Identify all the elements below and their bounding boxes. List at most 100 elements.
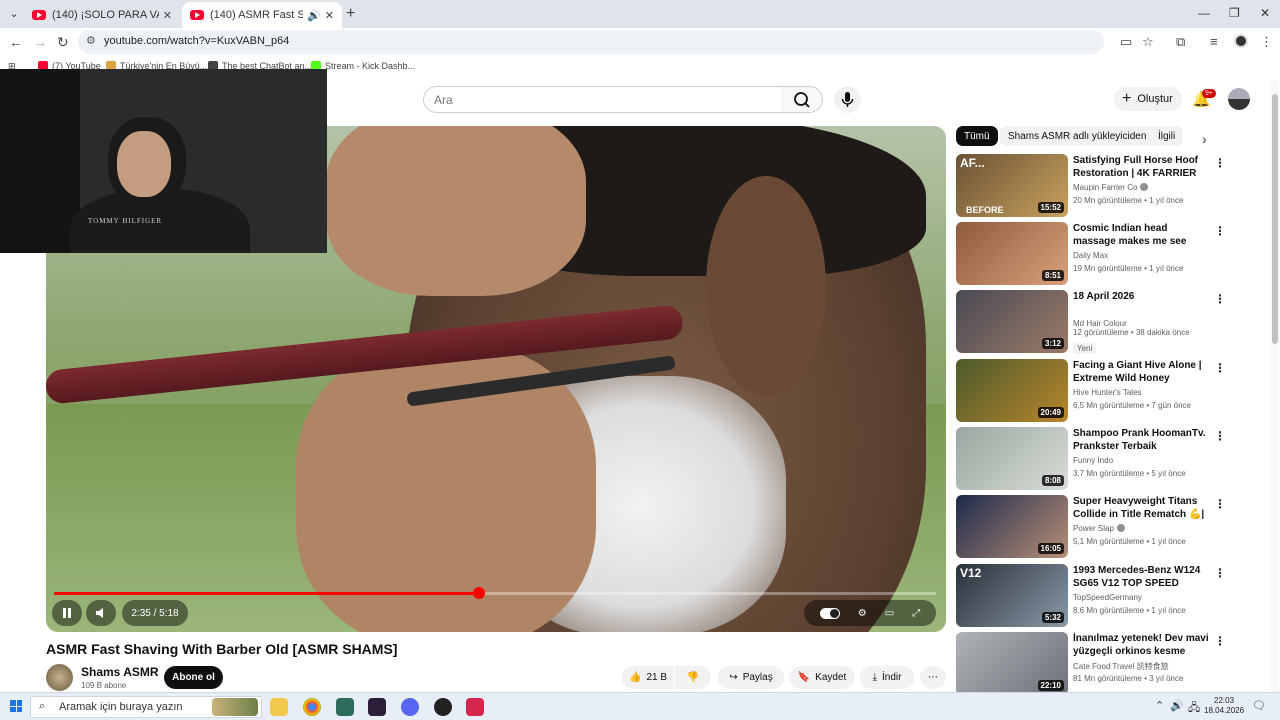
- extensions-icon[interactable]: ⧉: [1176, 34, 1185, 50]
- tray-chevron-icon[interactable]: ⌃: [1155, 699, 1164, 712]
- notifications-icon[interactable]: 🗨: [1252, 699, 1266, 712]
- recommendation-item[interactable]: 16:05 Super Heavyweight Titans Collide in…: [956, 495, 1272, 559]
- restore-icon[interactable]: ❐: [1229, 6, 1240, 20]
- close-icon[interactable]: ✕: [325, 9, 334, 22]
- recommendation-item[interactable]: 22:10 İnanılmaz yetenek! Dev mavi yüzgeçl…: [956, 632, 1272, 696]
- recommendation-title[interactable]: Shampoo Prank HoomanTv. Prankster Terbai…: [1073, 427, 1211, 453]
- recommendation-item[interactable]: 8:08 Shampoo Prank HoomanTv. Prankster Te…: [956, 427, 1272, 491]
- recommendation-title[interactable]: Facing a Giant Hive Alone | Extreme Wild…: [1073, 359, 1211, 385]
- video-thumbnail[interactable]: 3:12: [956, 290, 1068, 353]
- recommendation-channel[interactable]: TopSpeedGermany: [1073, 593, 1142, 602]
- create-button[interactable]: + Oluştur: [1114, 87, 1182, 111]
- video-thumbnail[interactable]: 22:10: [956, 632, 1068, 695]
- recommendation-title[interactable]: Super Heavyweight Titans Collide in Titl…: [1073, 495, 1211, 521]
- dislike-button[interactable]: 👎: [675, 666, 711, 689]
- recommendation-item[interactable]: BEFORE AF... 15:52 Satisfying Full Horse Ho…: [956, 154, 1272, 218]
- browser-tab-2-active[interactable]: (140) ASMR Fast Shaving W... 🔊 ✕: [182, 2, 342, 28]
- video-thumbnail[interactable]: 8:51: [956, 222, 1068, 285]
- recommendation-item[interactable]: 20:49 Facing a Giant Hive Alone | Extreme…: [956, 359, 1272, 423]
- cast-icon[interactable]: ▭: [1120, 34, 1132, 50]
- recommendation-channel[interactable]: Daily Max: [1073, 251, 1108, 260]
- theater-mode-icon[interactable]: ▭: [885, 608, 894, 619]
- like-button[interactable]: 👍 21 B: [622, 666, 674, 689]
- forward-icon[interactable]: →: [33, 34, 47, 50]
- more-vertical-icon[interactable]: ⋮: [1214, 497, 1226, 511]
- browser-tab-1[interactable]: (140) ¡SOLO PARA VALIENTES! ... ✕: [24, 2, 180, 28]
- app-icon[interactable]: [466, 698, 484, 716]
- more-vertical-icon[interactable]: ⋮: [1214, 429, 1226, 443]
- browser-menu-icon[interactable]: ⋮: [1260, 34, 1273, 50]
- reload-icon[interactable]: ↻: [57, 34, 69, 51]
- more-vertical-icon[interactable]: ⋮: [1214, 156, 1226, 170]
- share-button[interactable]: ↪ Paylaş: [718, 666, 784, 689]
- recommendation-title[interactable]: 18 April 2026: [1073, 290, 1211, 303]
- video-thumbnail[interactable]: 8:08: [956, 427, 1068, 490]
- voice-search-button[interactable]: [834, 86, 861, 113]
- more-vertical-icon[interactable]: ⋮: [1214, 361, 1226, 375]
- page-scrollbar[interactable]: [1271, 80, 1279, 692]
- recommendation-channel[interactable]: Cate Food Travel 凯特食旅: [1073, 661, 1169, 672]
- recommendation-item[interactable]: 8:51 Cosmic Indian head massage makes me …: [956, 222, 1272, 286]
- close-icon[interactable]: ✕: [163, 9, 172, 22]
- subscribe-button[interactable]: Abone ol: [164, 666, 223, 689]
- channel-name[interactable]: Shams ASMR: [81, 665, 159, 679]
- more-vertical-icon[interactable]: ⋮: [1214, 566, 1226, 580]
- window-close-icon[interactable]: ✕: [1260, 6, 1270, 20]
- recommendation-channel[interactable]: Hive Hunter's Tales: [1073, 388, 1142, 397]
- recommendation-item[interactable]: 3:12 18 April 2026 Md Hair Colour 12 görünt…: [956, 290, 1272, 354]
- new-tab-button[interactable]: +: [346, 5, 355, 23]
- recommendation-channel[interactable]: Md Hair Colour: [1073, 319, 1127, 328]
- volume-tray-icon[interactable]: 🔊: [1170, 699, 1184, 712]
- scrollbar-thumb[interactable]: [1272, 94, 1278, 344]
- reading-list-icon[interactable]: ≡: [1210, 34, 1218, 49]
- progress-bar[interactable]: [54, 587, 936, 599]
- autoplay-toggle[interactable]: [819, 607, 840, 619]
- recommendation-channel[interactable]: Funny Indo: [1073, 456, 1113, 465]
- recommendation-title[interactable]: 1993 Mercedes-Benz W124 SG65 V12 TOP SPE…: [1073, 564, 1211, 590]
- recommendation-title[interactable]: Cosmic Indian head massage makes me see …: [1073, 222, 1211, 248]
- video-thumbnail[interactable]: BEFORE AF... 15:52: [956, 154, 1068, 217]
- download-button[interactable]: ⤓ İndir: [860, 666, 914, 689]
- video-thumbnail[interactable]: V12 5:32: [956, 564, 1068, 627]
- search-button[interactable]: [781, 86, 823, 113]
- app-icon[interactable]: [368, 698, 386, 716]
- pause-button[interactable]: [52, 600, 82, 626]
- more-vertical-icon[interactable]: ⋮: [1214, 634, 1226, 648]
- windows-start-icon[interactable]: [10, 700, 22, 712]
- obs-icon[interactable]: [434, 698, 452, 716]
- taskbar-widget-icon[interactable]: [212, 698, 258, 716]
- video-thumbnail[interactable]: 16:05: [956, 495, 1068, 558]
- app-icon[interactable]: [336, 698, 354, 716]
- chrome-icon[interactable]: [303, 698, 321, 716]
- recommendation-title[interactable]: İnanılmaz yetenek! Dev mavi yüzgeçli ork…: [1073, 632, 1211, 658]
- recommendation-channel[interactable]: Maupin Farrier Co: [1073, 183, 1149, 192]
- speaker-icon[interactable]: 🔊: [307, 9, 321, 22]
- video-thumbnail[interactable]: 20:49: [956, 359, 1068, 422]
- bookmark-star-icon[interactable]: ☆: [1142, 34, 1154, 50]
- chip-related[interactable]: İlgili: [1150, 126, 1184, 146]
- more-actions-button[interactable]: ⋯: [920, 666, 946, 689]
- site-info-icon[interactable]: ⚙: [86, 34, 96, 47]
- back-icon[interactable]: ←: [9, 34, 23, 50]
- address-bar[interactable]: ⚙ youtube.com/watch?v=KuxVABN_p64: [78, 30, 1104, 54]
- system-clock[interactable]: 22:03 18.04.2026: [1204, 696, 1244, 716]
- recommendation-item[interactable]: V12 5:32 1993 Mercedes-Benz W124 SG65 V12 …: [956, 564, 1272, 628]
- settings-gear-icon[interactable]: ⚙: [858, 608, 867, 619]
- minimize-icon[interactable]: —: [1198, 6, 1210, 20]
- chevron-right-icon[interactable]: ›: [1202, 131, 1207, 147]
- file-explorer-icon[interactable]: [270, 698, 288, 716]
- chip-from-uploader[interactable]: Shams ASMR adlı yükleyiciden: [1000, 126, 1155, 146]
- scrubber-handle[interactable]: [473, 587, 486, 599]
- save-button[interactable]: 🔖 Kaydet: [789, 666, 855, 689]
- more-vertical-icon[interactable]: ⋮: [1214, 224, 1226, 238]
- tab-search-icon[interactable]: ⌄: [6, 6, 22, 22]
- network-icon[interactable]: 🖧: [1188, 699, 1200, 718]
- recommendation-channel[interactable]: Power Slap: [1073, 524, 1125, 533]
- fullscreen-icon[interactable]: ⤢: [912, 608, 920, 619]
- more-vertical-icon[interactable]: ⋮: [1214, 292, 1226, 306]
- mute-button[interactable]: [86, 600, 116, 626]
- channel-avatar[interactable]: [46, 664, 73, 691]
- chip-all[interactable]: Tümü: [956, 126, 998, 146]
- discord-icon[interactable]: [401, 698, 419, 716]
- search-input[interactable]: Ara: [423, 86, 783, 113]
